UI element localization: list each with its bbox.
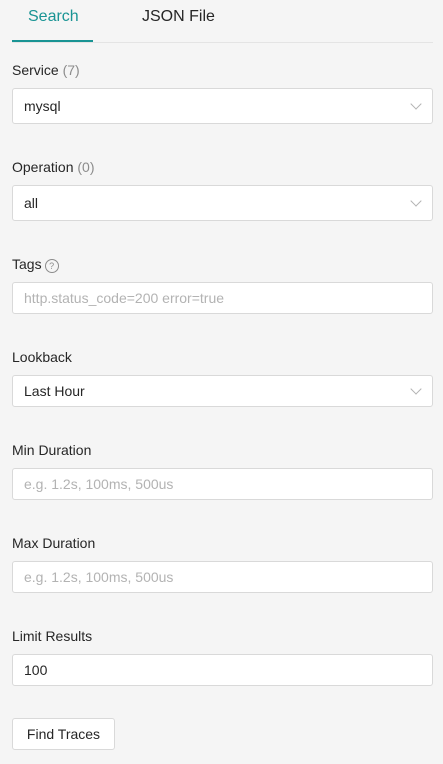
find-traces-button[interactable]: Find Traces (12, 718, 115, 750)
tags-input[interactable]: http.status_code=200 error=true (12, 282, 433, 314)
limit-results-label-text: Limit Results (12, 628, 93, 644)
tab-json-file[interactable]: JSON File (142, 8, 215, 26)
operation-label-text: Operation (12, 159, 74, 175)
service-label: Service (7) (12, 62, 80, 78)
limit-results-value: 100 (24, 662, 48, 678)
service-select-value: mysql (24, 98, 61, 114)
tags-input-placeholder: http.status_code=200 error=true (24, 290, 225, 306)
tags-label: Tags? (12, 256, 59, 273)
service-count: (7) (62, 62, 80, 78)
search-panel: Search JSON File Service (7) mysql Opera… (0, 0, 443, 764)
limit-results-input[interactable]: 100 (12, 654, 433, 686)
min-duration-label-text: Min Duration (12, 442, 92, 458)
operation-select-value: all (24, 195, 39, 211)
chevron-down-icon (410, 195, 422, 207)
max-duration-label: Max Duration (12, 535, 95, 551)
max-duration-input[interactable]: e.g. 1.2s, 100ms, 500us (12, 561, 433, 593)
lookback-select-value: Last Hour (24, 383, 85, 399)
min-duration-input[interactable]: e.g. 1.2s, 100ms, 500us (12, 468, 433, 500)
find-traces-button-label: Find Traces (26, 726, 101, 742)
lookback-label: Lookback (12, 349, 72, 365)
max-duration-placeholder: e.g. 1.2s, 100ms, 500us (24, 569, 174, 585)
operation-count: (0) (77, 159, 95, 175)
service-select[interactable]: mysql (12, 88, 433, 124)
question-circle-icon[interactable]: ? (44, 259, 59, 273)
min-duration-label: Min Duration (12, 442, 91, 458)
tab-bar: Search JSON File (12, 0, 433, 43)
operation-label: Operation (0) (12, 159, 95, 175)
lookback-label-text: Lookback (12, 349, 72, 365)
limit-results-label: Limit Results (12, 628, 92, 644)
min-duration-placeholder: e.g. 1.2s, 100ms, 500us (24, 476, 174, 492)
chevron-down-icon (410, 383, 422, 395)
max-duration-label-text: Max Duration (12, 535, 96, 551)
chevron-down-icon (410, 98, 422, 110)
lookback-select[interactable]: Last Hour (12, 375, 433, 407)
operation-select[interactable]: all (12, 185, 433, 221)
active-tab-indicator (12, 40, 93, 42)
tab-search[interactable]: Search (28, 8, 79, 26)
tags-label-text: Tags (12, 256, 42, 272)
service-label-text: Service (12, 62, 59, 78)
